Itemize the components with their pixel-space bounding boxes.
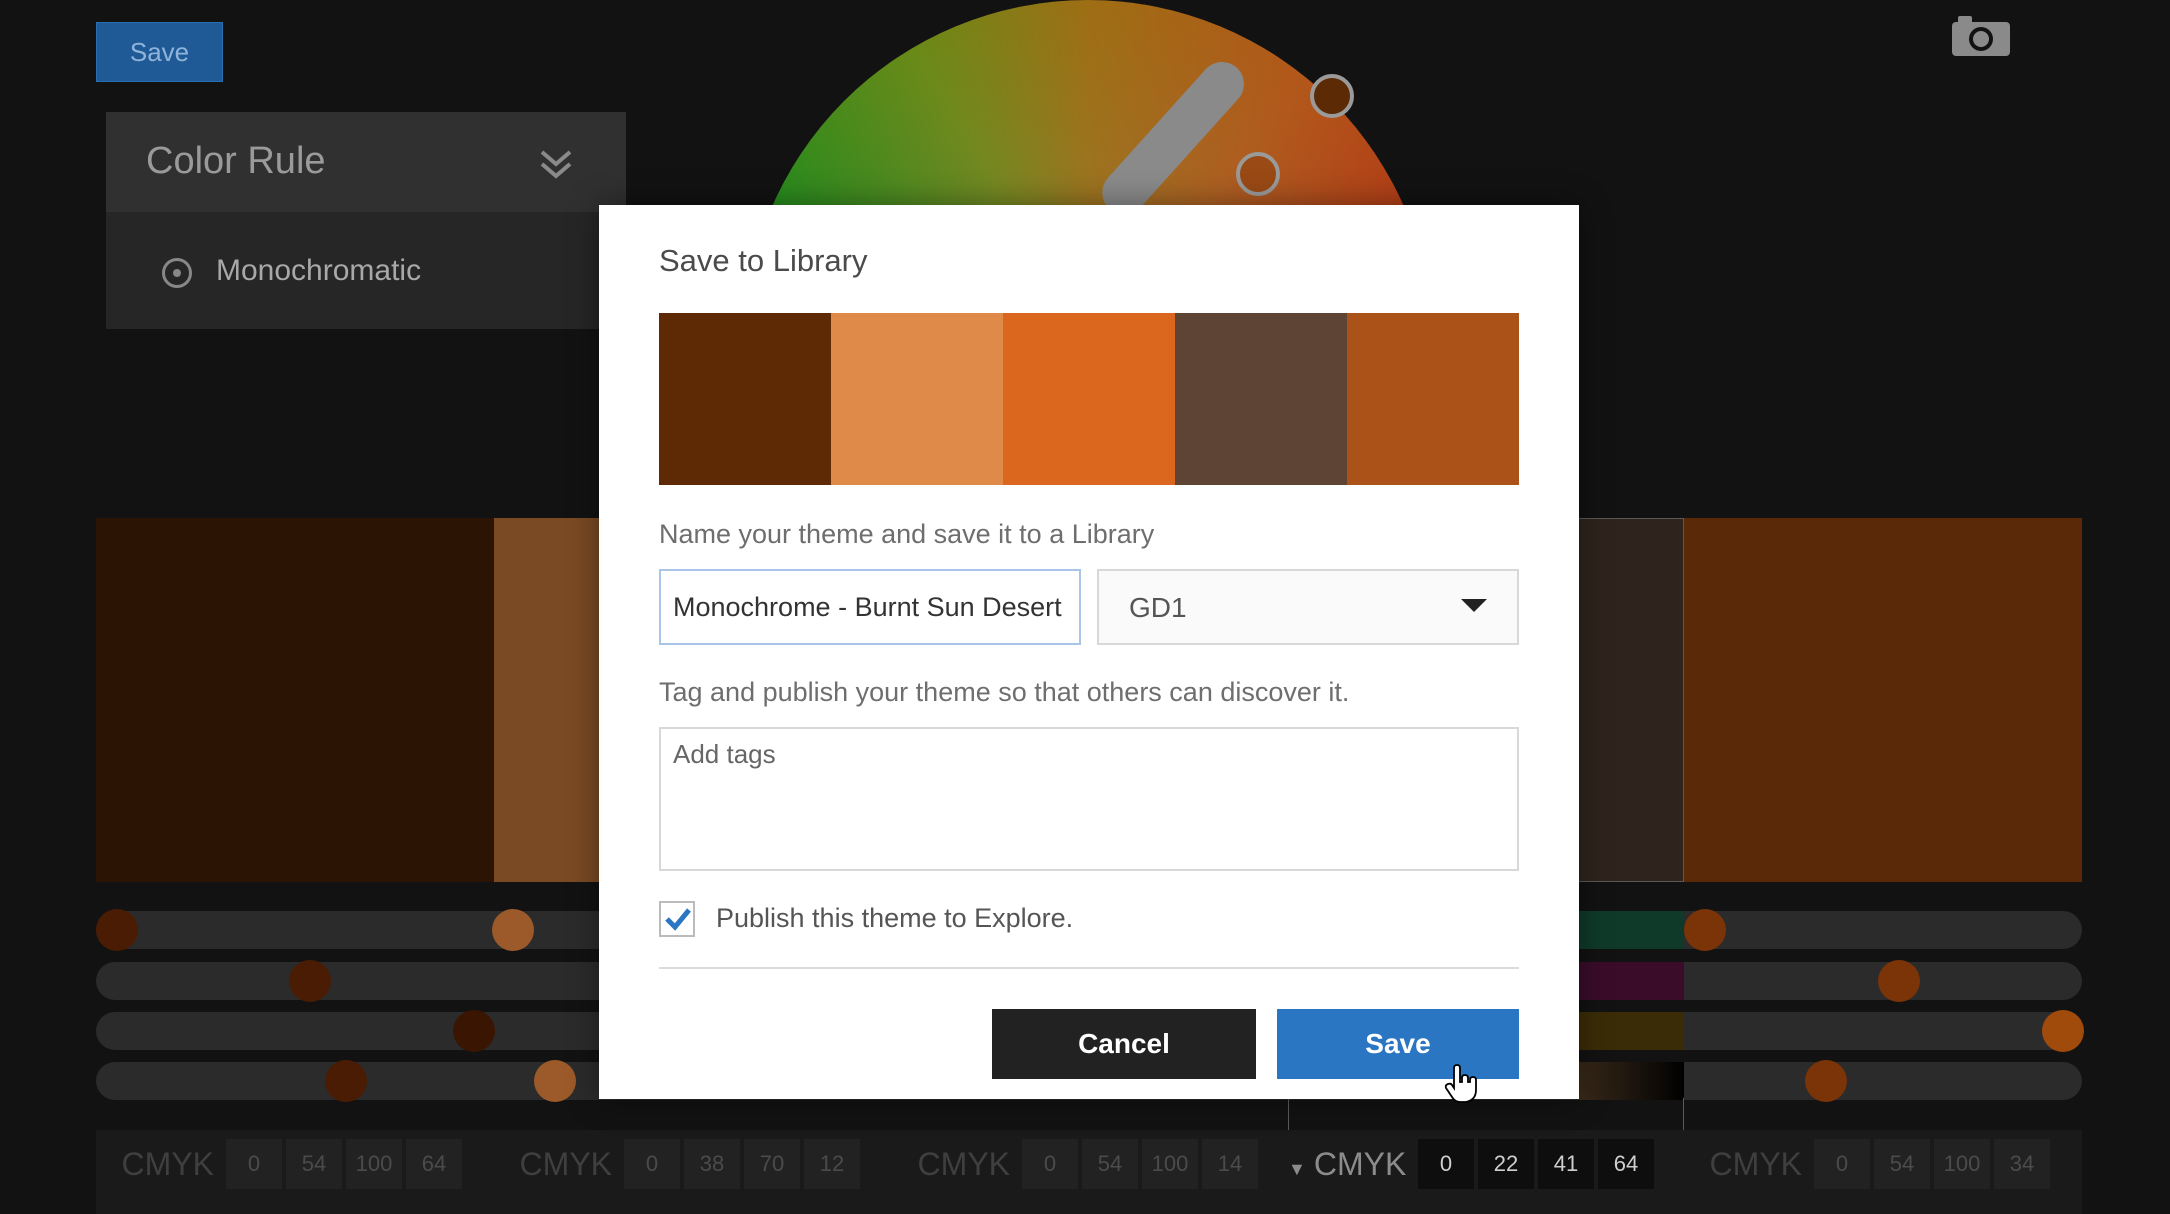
cmyk-label: CMYK [519,1145,612,1182]
slider-segment [1578,1012,1684,1050]
slider-knob[interactable] [534,1060,576,1102]
chevron-double-down-icon[interactable] [538,146,574,182]
cmyk-value[interactable]: 0 [1418,1139,1474,1189]
slider-knob[interactable] [325,1060,367,1102]
theme-palette [659,313,1519,485]
slider-knob[interactable] [492,909,534,951]
color-rule-title: Color Rule [146,140,326,182]
cancel-button[interactable]: Cancel [992,1009,1256,1079]
background-save-button[interactable]: Save [96,22,223,82]
slider-knob[interactable] [1805,1060,1847,1102]
theme-name-input[interactable] [659,569,1081,645]
cmyk-value[interactable]: 64 [1598,1139,1654,1189]
color-rule-panel: Color Rule Monochromatic [106,112,626,329]
cmyk-value[interactable]: 0 [624,1139,680,1189]
hand-cursor-icon [1444,1064,1477,1103]
cmyk-value[interactable]: 38 [684,1139,740,1189]
slider-segment [1578,962,1684,1000]
library-select-value: GD1 [1129,592,1187,623]
save-to-library-dialog: Save to Library Name your theme and save… [599,205,1579,1099]
slider-knob[interactable] [96,909,138,951]
cmyk-value[interactable]: 0 [226,1139,282,1189]
cmyk-label[interactable]: ▼ CMYK [1288,1146,1418,1183]
cmyk-value[interactable]: 0 [1022,1139,1078,1189]
cmyk-value[interactable]: 100 [346,1139,402,1189]
palette-swatch [1175,313,1347,485]
cmyk-group-active: ▼ CMYK 0 22 41 64 [1288,1138,1658,1190]
color-rule-header[interactable]: Color Rule [106,112,626,212]
cmyk-group: CMYK 0 38 70 12 [494,1138,864,1190]
cmyk-label: CMYK [121,1145,214,1182]
dialog-title: Save to Library [659,243,868,278]
cmyk-value[interactable]: 14 [1202,1139,1258,1189]
publish-label[interactable]: Publish this theme to Explore. [716,903,1073,934]
color-wheel-handle[interactable] [1236,152,1280,196]
save-button[interactable]: Save [1277,1009,1519,1079]
cmyk-value[interactable]: 70 [744,1139,800,1189]
slider-knob[interactable] [1878,960,1920,1002]
palette-swatch [831,313,1003,485]
palette-swatch [1003,313,1175,485]
tags-label: Tag and publish your theme so that other… [659,677,1350,707]
cmyk-value[interactable]: 54 [286,1139,342,1189]
slider-knob[interactable] [289,960,331,1002]
slider-segment [1578,911,1684,949]
palette-swatch [1347,313,1519,485]
theme-name-label: Name your theme and save it to a Library [659,519,1155,549]
caret-down-icon[interactable]: ▼ [1288,1159,1306,1179]
cmyk-label-text: CMYK [1313,1145,1407,1182]
slider-knob[interactable] [453,1010,495,1052]
cmyk-group: CMYK 0 54 100 64 [96,1138,466,1190]
cmyk-value[interactable]: 100 [1934,1139,1990,1189]
background-swatch[interactable] [96,518,494,882]
cmyk-group: CMYK 0 54 100 14 [892,1138,1262,1190]
publish-checkbox[interactable] [659,901,695,937]
background-swatch[interactable] [1684,518,2082,882]
cmyk-value[interactable]: 100 [1142,1139,1198,1189]
cmyk-value[interactable]: 54 [1082,1139,1138,1189]
palette-swatch [659,313,831,485]
slider-knob[interactable] [2042,1010,2084,1052]
slider-knob[interactable] [1684,909,1726,951]
cmyk-value[interactable]: 0 [1814,1139,1870,1189]
cmyk-value[interactable]: 12 [804,1139,860,1189]
checkmark-icon [665,908,691,931]
cmyk-value[interactable]: 41 [1538,1139,1594,1189]
color-wheel-handle[interactable] [1310,74,1354,118]
cmyk-group: CMYK 0 54 100 34 [1684,1138,2054,1190]
cmyk-label: CMYK [1709,1145,1802,1182]
tags-input[interactable] [659,727,1519,871]
color-rule-option-label[interactable]: Monochromatic [216,254,421,288]
slider-segment [1578,1062,1684,1100]
library-select[interactable]: GD1 [1097,569,1519,645]
radio-icon[interactable] [162,258,192,288]
camera-icon[interactable] [1950,14,2012,58]
dropdown-caret-icon [1461,599,1487,612]
cmyk-value[interactable]: 64 [406,1139,462,1189]
cmyk-value[interactable]: 22 [1478,1139,1534,1189]
cmyk-label: CMYK [917,1145,1010,1182]
cmyk-value[interactable]: 34 [1994,1139,2050,1189]
cmyk-value[interactable]: 54 [1874,1139,1930,1189]
dialog-divider [659,967,1519,969]
